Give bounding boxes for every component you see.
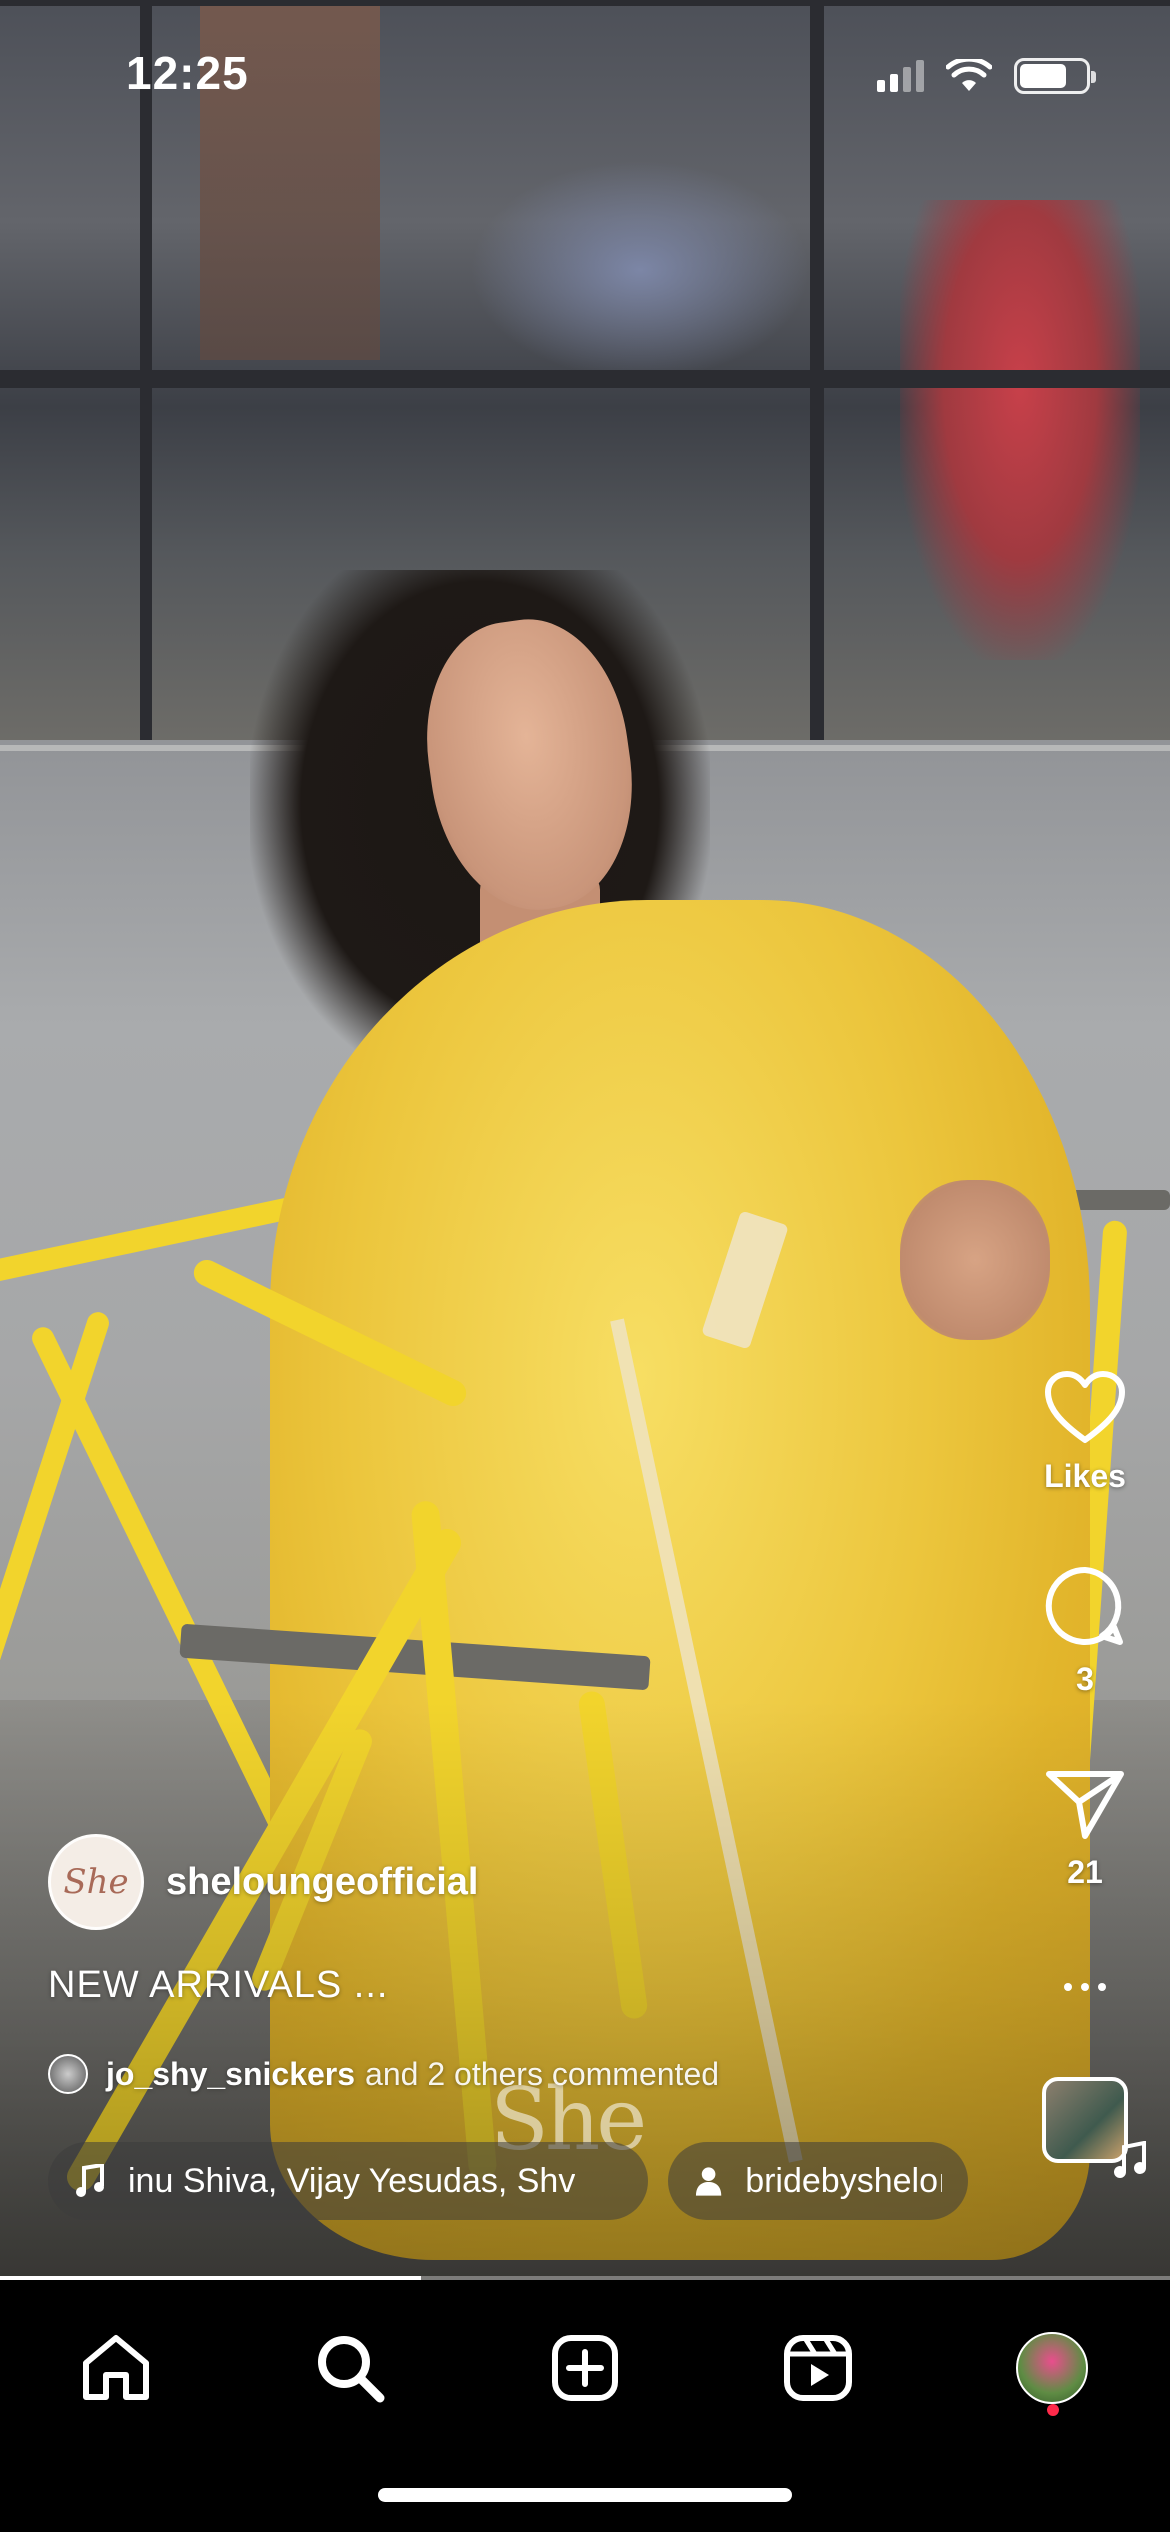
tab-search[interactable]: [302, 2320, 398, 2416]
likes-label: Likes: [1044, 1458, 1126, 1494]
share-action[interactable]: 21: [1045, 1768, 1125, 1891]
background-figure: [470, 160, 810, 380]
profile-avatar[interactable]: [1016, 2332, 1088, 2404]
background-red-object: [900, 200, 1140, 660]
reel-pills: inu Shiva, Vijay Yesudas, Shv bridebyshe…: [48, 2142, 968, 2220]
battery-icon: [1014, 58, 1096, 94]
home-indicator: [378, 2488, 792, 2502]
tagged-user-label: bridebysheloı: [745, 2161, 942, 2200]
reel-author[interactable]: She sheloungeofficial: [48, 1834, 478, 1930]
tab-reels[interactable]: [770, 2320, 866, 2416]
author-username[interactable]: sheloungeofficial: [166, 1861, 478, 1904]
window-frame: [0, 370, 1170, 388]
notification-dot: [1047, 2404, 1059, 2416]
like-action[interactable]: Likes: [1044, 1370, 1126, 1495]
person-icon: [695, 2167, 722, 2196]
shares-count: 21: [1067, 1854, 1103, 1890]
subject-hands: [900, 1180, 1050, 1340]
comment-icon[interactable]: [1044, 1565, 1126, 1647]
music-note-icon: [1114, 2141, 1146, 2178]
author-avatar[interactable]: She: [48, 1834, 144, 1930]
share-icon[interactable]: [1045, 1768, 1125, 1840]
music-note-icon: [76, 2164, 104, 2197]
commenter-username: jo_shy_snickers: [106, 2055, 356, 2092]
wifi-icon: [946, 59, 992, 91]
reel-actions: Likes 3 21: [1030, 1370, 1146, 2178]
cellular-signal-icon: [877, 60, 924, 92]
comments-summary: and 2 others commented: [365, 2055, 720, 2092]
reels-icon[interactable]: [783, 2334, 853, 2402]
reel-caption[interactable]: NEW ARRIVALS ...: [48, 1964, 388, 2007]
create-icon[interactable]: [551, 2334, 619, 2402]
audio-pill[interactable]: inu Shiva, Vijay Yesudas, Shv: [48, 2142, 648, 2220]
tagged-user-pill[interactable]: bridebysheloı: [668, 2142, 968, 2220]
comment-action[interactable]: 3: [1044, 1565, 1126, 1698]
home-icon[interactable]: [80, 2333, 152, 2403]
more-options-icon[interactable]: [1064, 1977, 1106, 1997]
chair-frame: [0, 1193, 309, 1289]
status-time: 12:25: [126, 47, 249, 99]
comments-preview[interactable]: jo_shy_snickers and 2 others commented: [48, 2054, 719, 2094]
commenter-avatar: [48, 2054, 88, 2094]
status-icons: [877, 58, 1096, 94]
comments-count: 3: [1076, 1661, 1094, 1697]
window-frame: [0, 0, 1170, 6]
tab-home[interactable]: [68, 2320, 164, 2416]
original-audio-thumbnail[interactable]: [1042, 2077, 1146, 2178]
tab-profile[interactable]: [1004, 2320, 1100, 2416]
reel-video[interactable]: She: [0, 0, 1170, 2280]
search-icon[interactable]: [314, 2332, 386, 2404]
audio-label: inu Shiva, Vijay Yesudas, Shv: [128, 2161, 576, 2200]
heart-icon[interactable]: [1044, 1370, 1126, 1444]
tab-create[interactable]: [537, 2320, 633, 2416]
